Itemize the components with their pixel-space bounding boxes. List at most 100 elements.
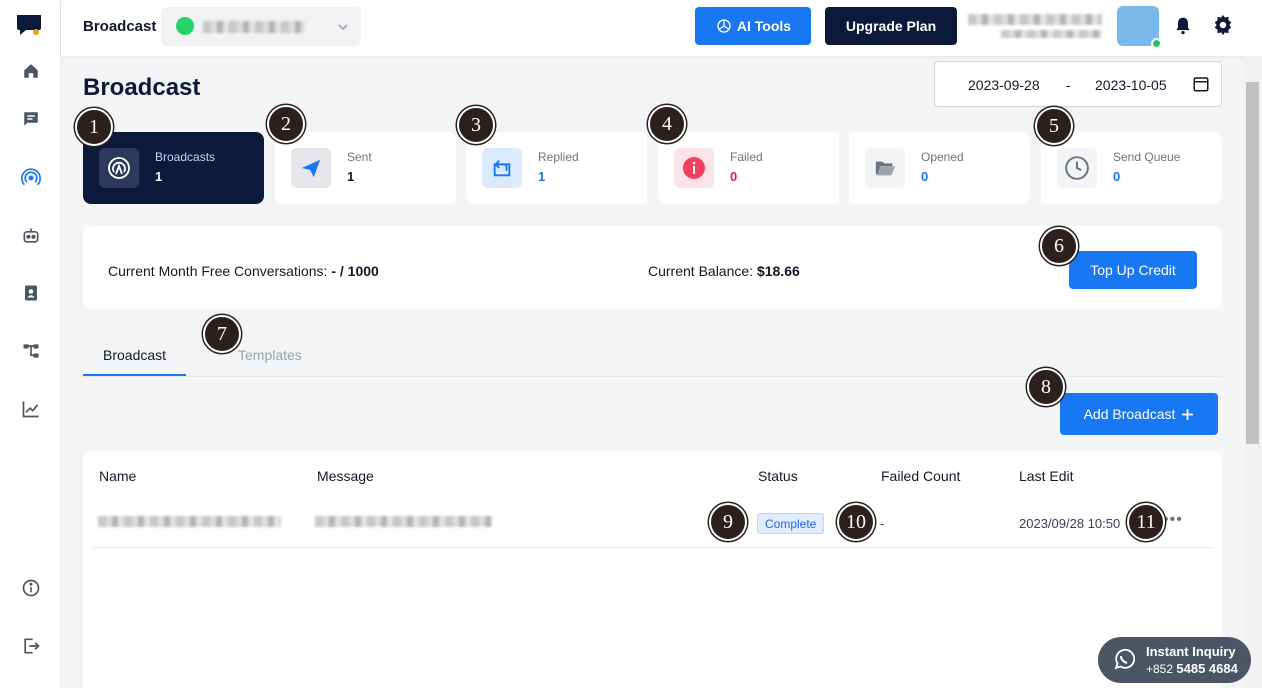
free-conversations: Current Month Free Conversations: - / 10… (108, 263, 379, 279)
last-edit-cell: 2023/09/28 10:50 (1019, 516, 1121, 531)
account-select[interactable] (161, 7, 361, 46)
date-to[interactable]: 2023-10-05 (1095, 77, 1167, 93)
stat-card-send-queue[interactable]: Send Queue 0 (1041, 132, 1222, 204)
stat-label: Sent (347, 150, 372, 164)
marker-1: 1 (75, 108, 113, 146)
stat-card-opened[interactable]: Opened 0 (849, 132, 1030, 204)
current-balance: Current Balance: $18.66 (648, 263, 800, 279)
upgrade-plan-button[interactable]: Upgrade Plan (825, 7, 957, 45)
page-title: Broadcast (83, 74, 201, 101)
online-status-dot (1151, 38, 1162, 49)
reply-icon (482, 148, 522, 188)
info-icon[interactable] (18, 575, 44, 601)
instant-inquiry-button[interactable]: Instant Inquiry +852 5485 4684 (1098, 637, 1251, 683)
topbar: Broadcast AI Tools Upgrade Plan (61, 0, 1262, 56)
stat-label: Replied (538, 150, 579, 164)
broadcast-icon (99, 148, 139, 188)
redacted-message (315, 516, 492, 527)
home-icon[interactable] (18, 58, 44, 84)
status-badge: Complete (757, 513, 825, 534)
marker-9: 9 (709, 503, 747, 541)
contacts-icon[interactable] (18, 280, 44, 306)
redacted-user-email (1001, 30, 1102, 38)
column-header-status: Status (758, 468, 798, 484)
free-conversations-value: - / 1000 (331, 263, 379, 279)
marker-5: 5 (1035, 107, 1073, 145)
chat-icon[interactable] (18, 106, 44, 132)
balance-label: Current Balance: (648, 263, 754, 279)
logout-icon[interactable] (18, 633, 44, 659)
stat-value: 0 (1113, 169, 1121, 184)
logo-icon[interactable] (16, 13, 42, 37)
stat-card-replied[interactable]: Replied 1 (466, 132, 647, 204)
flow-icon[interactable] (18, 338, 44, 364)
stat-value: 1 (347, 169, 355, 184)
marker-11: 11 (1127, 503, 1165, 541)
column-header-name: Name (99, 468, 137, 484)
ai-tools-button[interactable]: AI Tools (695, 7, 811, 45)
bot-icon[interactable] (18, 223, 44, 249)
calendar-icon[interactable] (1192, 75, 1210, 93)
column-header-message: Message (317, 468, 374, 484)
inquiry-phone: +852 5485 4684 (1146, 661, 1238, 676)
tab-broadcast[interactable]: Broadcast (103, 347, 166, 363)
folder-open-icon (865, 148, 905, 188)
tab-templates[interactable]: Templates (238, 347, 302, 363)
add-broadcast-label: Add Broadcast (1083, 406, 1176, 422)
stat-label: Send Queue (1113, 150, 1181, 164)
bell-icon[interactable] (1173, 15, 1193, 37)
active-tab-indicator (83, 374, 186, 376)
top-up-credit-button[interactable]: Top Up Credit (1069, 251, 1197, 289)
free-conversations-label: Current Month Free Conversations: (108, 263, 328, 279)
send-icon (291, 148, 331, 188)
whatsapp-icon (1114, 648, 1136, 670)
date-range-picker[interactable]: 2023-09-28 - 2023-10-05 (934, 61, 1222, 107)
marker-2: 2 (267, 105, 305, 143)
date-separator: - (1066, 77, 1071, 93)
marker-4: 4 (648, 105, 686, 143)
plus-icon (1182, 408, 1194, 420)
stat-card-sent[interactable]: Sent 1 (275, 132, 456, 204)
date-from[interactable]: 2023-09-28 (968, 77, 1040, 93)
clock-icon (1057, 148, 1097, 188)
analytics-icon[interactable] (18, 396, 44, 422)
stat-value: 1 (538, 169, 546, 184)
add-broadcast-button[interactable]: Add Broadcast (1060, 393, 1218, 435)
gear-icon[interactable] (1212, 14, 1234, 36)
avatar[interactable] (1117, 6, 1162, 49)
balance-value: $18.66 (756, 263, 800, 279)
inquiry-title: Instant Inquiry (1146, 644, 1236, 659)
ai-tools-label: AI Tools (736, 18, 792, 34)
stat-value: 0 (921, 169, 929, 184)
redacted-user-name (968, 14, 1102, 25)
stat-card-broadcasts[interactable]: Broadcasts 1 (83, 132, 264, 204)
more-actions-icon[interactable]: ••• (1163, 511, 1183, 529)
stat-label: Opened (921, 150, 964, 164)
stat-label: Broadcasts (155, 150, 216, 164)
row-divider (93, 547, 1212, 548)
failed-count-cell: - (880, 516, 885, 531)
failed-icon (674, 148, 714, 188)
topbar-title: Broadcast (83, 18, 157, 35)
column-header-last-edit: Last Edit (1019, 468, 1074, 484)
stat-label: Failed (730, 150, 763, 164)
broadcast-nav-icon[interactable] (18, 165, 44, 191)
stat-value: 0 (730, 169, 738, 184)
scrollbar-thumb[interactable] (1246, 82, 1259, 444)
marker-7: 7 (203, 315, 241, 353)
phone-prefix: +852 (1146, 662, 1174, 676)
broadcast-table: Name Message Status Failed Count Last Ed… (83, 451, 1222, 688)
marker-8: 8 (1027, 368, 1065, 406)
stat-card-failed[interactable]: Failed 0 (658, 132, 839, 204)
chevron-down-icon (338, 24, 348, 31)
stat-value: 1 (155, 169, 163, 184)
whatsapp-icon (176, 17, 194, 35)
column-header-failed-count: Failed Count (881, 468, 961, 484)
redacted-broadcast-name (98, 516, 281, 527)
marker-10: 10 (837, 503, 875, 541)
phone-number: 5485 4684 (1176, 661, 1238, 676)
redacted-account (203, 21, 305, 33)
marker-6: 6 (1040, 227, 1078, 265)
openai-icon (717, 19, 731, 33)
sidebar (0, 0, 61, 688)
